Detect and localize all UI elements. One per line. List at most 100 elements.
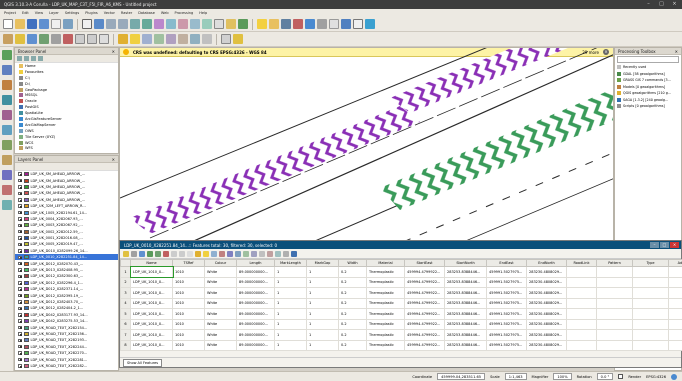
table-cell[interactable] [566,297,597,309]
table-cell[interactable]: 283230.4808029... [526,266,567,278]
table-cell[interactable]: LDP_UK_1010_X... [130,329,173,341]
toggle-editing-icon[interactable] [123,250,129,257]
minimize-button[interactable]: – [644,1,653,7]
table-cell[interactable]: 459991.5027975... [486,276,527,288]
delete-selected-icon[interactable] [163,250,169,257]
table-cell[interactable] [632,308,669,320]
table-cell[interactable]: Thermoplastic [366,287,405,299]
pan-icon[interactable] [82,19,92,29]
table-cell[interactable]: 283253.8388446... [444,266,487,278]
add-feature-icon[interactable] [155,250,161,257]
table-cell[interactable]: Thermoplastic [366,329,405,341]
maximize-button[interactable]: □ [660,242,669,248]
attribute-table-icon[interactable] [305,19,315,29]
menu-settings[interactable]: Settings [65,11,79,15]
table-cell[interactable]: White [204,329,237,341]
table-cell[interactable] [668,339,682,351]
corner-cell[interactable] [120,259,131,267]
panel-close-icon[interactable]: ✕ [112,49,115,54]
table-cell[interactable]: LDP_UK_1010_X... [130,318,173,330]
paste-features-icon[interactable] [99,34,109,44]
table-cell[interactable]: 283253.8388446... [444,339,487,351]
layer-visibility-checkbox[interactable] [18,287,22,291]
vertex-tool-icon[interactable] [51,34,61,44]
deselect-icon[interactable] [219,250,225,257]
table-cell[interactable]: White [204,287,237,299]
zoom-native-icon[interactable] [178,19,188,29]
row-number[interactable]: 2 [120,276,131,288]
change-label-icon[interactable] [178,34,188,44]
table-cell[interactable]: 1 [274,318,307,330]
table-cell[interactable]: 0.2 [338,308,367,320]
layer-visibility-checkbox[interactable] [18,242,22,247]
maximize-button[interactable]: □ [657,1,666,7]
pan-to-selected-icon[interactable] [243,250,249,257]
select-by-expression-icon[interactable] [195,250,201,257]
table-row[interactable]: 3 LDP_UK_1010_X... 1010 White 89.000000000..… [120,287,682,299]
table-cell[interactable] [596,329,633,341]
map-canvas[interactable]: CRS was undefined: defaulting to CRS EPS… [119,47,614,255]
dock-icon[interactable] [291,250,297,257]
table-cell[interactable]: 89.000000000... [236,266,275,278]
label-tool-icon[interactable] [118,34,128,44]
add-wcs-layer-icon[interactable] [2,140,12,150]
invert-selection-icon[interactable] [211,250,217,257]
zoom-out-icon[interactable] [118,19,128,29]
add-raster-layer-icon[interactable] [2,65,12,75]
layer-visibility-checkbox[interactable] [18,191,22,196]
table-cell[interactable]: 0.2 [338,266,367,278]
layer-visibility-checkbox[interactable] [18,325,22,330]
properties-icon[interactable] [38,56,43,61]
layer-visibility-checkbox[interactable] [18,351,22,355]
table-cell[interactable] [596,308,633,320]
layer-visibility-checkbox[interactable] [18,236,22,240]
table-cell[interactable]: 459994.4799922... [404,287,445,299]
toolbox-item[interactable]: Scripts [0 geoalgorithms] [615,103,681,110]
table-cell[interactable]: 459994.4799922... [404,308,445,320]
row-number[interactable]: 7 [120,329,131,341]
layer-visibility-checkbox[interactable] [18,281,22,285]
table-cell[interactable]: LDP_UK_1010_X... [130,287,173,299]
table-cell[interactable]: 283230.4808029... [526,287,567,299]
rotation-field[interactable]: 0.0 ° [596,373,614,380]
table-cell[interactable]: 89.000000000... [236,329,275,341]
save-edits-icon[interactable] [27,34,37,44]
row-number[interactable]: 1 [120,266,131,278]
show-all-features-button[interactable]: Show All Features [123,358,163,367]
zoom-next-icon[interactable] [202,19,212,29]
table-cell[interactable]: 1 [306,276,339,288]
table-cell[interactable]: 459991.5027975... [486,339,527,351]
table-cell[interactable] [566,339,597,351]
table-cell[interactable]: Thermoplastic [366,308,405,320]
table-cell[interactable] [596,297,633,309]
table-row[interactable]: 2 LDP_UK_1010_X... 1010 White 89.000000000..… [120,276,682,288]
table-cell[interactable]: 459994.4799922... [404,318,445,330]
layer-visibility-checkbox[interactable] [18,178,22,183]
menu-vector[interactable]: Vector [104,11,115,15]
menu-processing[interactable]: Processing [175,11,194,15]
layer-visibility-checkbox[interactable] [18,217,22,221]
close-button[interactable]: × [670,1,679,7]
table-cell[interactable]: 459991.5027975... [486,297,527,309]
table-cell[interactable]: 283253.8388446... [444,318,487,330]
table-cell[interactable]: 459991.5027975... [486,318,527,330]
table-cell[interactable]: 0.2 [338,318,367,330]
table-cell[interactable]: 1 [306,287,339,299]
layer-visibility-checkbox[interactable] [18,261,22,266]
layer-visibility-checkbox[interactable] [18,204,22,208]
table-cell[interactable]: 1010 [172,308,205,320]
deselect-icon[interactable] [293,19,303,29]
table-cell[interactable]: White [204,318,237,330]
layer-visibility-checkbox[interactable] [18,293,22,298]
table-cell[interactable] [668,329,682,341]
table-cell[interactable]: Thermoplastic [366,297,405,309]
label-properties-icon[interactable] [202,34,212,44]
add-feature-icon[interactable] [39,34,49,44]
table-cell[interactable]: 1010 [172,276,205,288]
table-cell[interactable]: 459994.4799922... [404,297,445,309]
table-cell[interactable]: 283253.8388446... [444,287,487,299]
table-cell[interactable] [596,339,633,351]
table-cell[interactable] [566,308,597,320]
table-cell[interactable] [668,308,682,320]
pin-labels-icon[interactable] [130,34,140,44]
